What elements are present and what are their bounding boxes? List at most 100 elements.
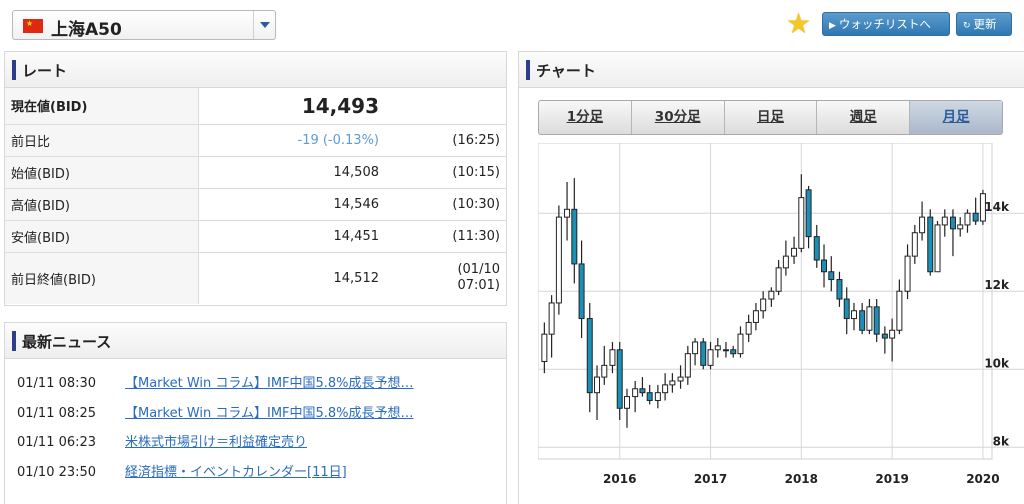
candle-body xyxy=(541,333,548,362)
list-item: 01/10 23:50 経済指標・イベントカレンダー[11日] xyxy=(17,458,506,488)
y-tick-label: 14k xyxy=(984,200,1010,214)
candle-body xyxy=(555,216,562,304)
y-tick-label: 12k xyxy=(984,278,1010,292)
timeframe-tabs: 1分足 30分足 日足 週足 月足 xyxy=(538,100,1003,135)
rate-time xyxy=(383,88,506,125)
rate-value: 14,451 xyxy=(198,220,383,253)
table-row: 始値(BID) 14,508 (10:15) xyxy=(5,156,506,189)
table-row: 前日比 -19 (-0.13%) (16:25) xyxy=(5,124,506,157)
y-tick-label: 8k xyxy=(993,434,1010,448)
top-bar: ★ 上海A50 ★ ▶ ウォッチリストへ ↻ 更新 xyxy=(0,0,1024,48)
candle-body xyxy=(836,279,843,300)
candle-body xyxy=(692,341,699,355)
rate-time: (11:30) xyxy=(383,220,506,253)
candle-body xyxy=(722,349,729,352)
candle-body xyxy=(548,302,555,335)
candle-body xyxy=(798,197,805,249)
refresh-button[interactable]: ↻ 更新 xyxy=(956,12,1012,36)
candle-body xyxy=(594,376,601,394)
candle-body xyxy=(782,255,789,269)
rate-label: 前日比 xyxy=(5,124,199,157)
candle-body xyxy=(934,224,941,273)
tab-daily[interactable]: 日足 xyxy=(725,101,818,134)
candle-body xyxy=(949,216,956,230)
candle-body xyxy=(813,236,820,261)
candle-body xyxy=(684,353,691,378)
tab-1min[interactable]: 1分足 xyxy=(539,101,632,134)
rate-value: 14,546 xyxy=(198,188,383,221)
candle-body xyxy=(586,318,593,394)
candle-body xyxy=(677,376,684,382)
star-icon[interactable]: ★ xyxy=(786,10,811,38)
table-row: 前日終値(BID) 14,512 (01/10 07:01) xyxy=(5,252,506,304)
rate-label: 高値(BID) xyxy=(5,188,199,221)
candle-body xyxy=(730,349,737,355)
candle-body xyxy=(662,384,669,394)
candle-body xyxy=(979,193,986,222)
candle-body xyxy=(752,310,759,323)
candle-body xyxy=(714,345,721,351)
candle-body xyxy=(850,310,857,320)
add-watchlist-label: ウォッチリストへ xyxy=(838,17,931,31)
symbol-select[interactable]: ★ 上海A50 xyxy=(12,10,276,40)
candle-body xyxy=(654,392,661,401)
list-item: 01/11 08:30 【Market Win コラム】IMF中国5.8%成長予想… xyxy=(17,369,506,399)
rate-panel: レート 現在値(BID) 14,493 前日比 -19 (-0.13%) (16… xyxy=(4,51,507,306)
candle-body xyxy=(866,306,873,331)
tab-weekly[interactable]: 週足 xyxy=(817,101,911,134)
news-time: 01/11 08:25 xyxy=(17,405,97,421)
candle-body xyxy=(760,298,767,312)
candle-body xyxy=(957,224,964,230)
chart-panel-header: チャート xyxy=(519,52,1024,88)
refresh-label: 更新 xyxy=(973,17,997,31)
news-list: 01/11 08:30 【Market Win コラム】IMF中国5.8%成長予想… xyxy=(5,359,506,487)
table-row: 安値(BID) 14,451 (11:30) xyxy=(5,220,506,253)
tab-monthly[interactable]: 月足 xyxy=(910,101,1002,134)
x-tick-label: 2017 xyxy=(694,472,727,486)
candle-body xyxy=(616,349,623,409)
news-link[interactable]: 【Market Win コラム】IMF中国5.8%成長予想… xyxy=(125,376,414,391)
news-time: 01/11 08:30 xyxy=(17,376,97,391)
list-item: 01/11 08:25 【Market Win コラム】IMF中国5.8%成長予想… xyxy=(17,399,506,429)
price-change: -19 (-0.13%) xyxy=(198,124,383,157)
x-tick-label: 2016 xyxy=(603,472,636,486)
candle-body xyxy=(700,341,707,366)
table-row: 高値(BID) 14,546 (10:30) xyxy=(5,188,506,221)
rate-time: (01/10 07:01) xyxy=(383,252,506,304)
rate-time-date: (01/10 xyxy=(457,262,500,278)
candle-body xyxy=(911,232,918,257)
candle-body xyxy=(632,388,639,398)
rate-time: (16:25) xyxy=(383,124,506,157)
x-tick-label: 2019 xyxy=(875,472,908,486)
news-link[interactable]: 米株式市場引け＝利益確定売り xyxy=(125,435,307,450)
candle-body xyxy=(896,290,903,331)
candle-body xyxy=(972,212,979,222)
candle-body xyxy=(881,333,888,339)
candle-body xyxy=(775,267,782,292)
add-watchlist-button[interactable]: ▶ ウォッチリストへ xyxy=(822,12,950,36)
x-tick-label: 2018 xyxy=(785,472,818,486)
chevron-down-icon[interactable] xyxy=(253,11,275,39)
candle-body xyxy=(941,216,948,226)
news-link[interactable]: 【Market Win コラム】IMF中国5.8%成長予想… xyxy=(125,406,414,421)
candle-body xyxy=(578,263,585,320)
candle-body xyxy=(564,208,571,218)
candle-body xyxy=(919,216,926,234)
tab-30min[interactable]: 30分足 xyxy=(632,101,725,134)
news-title: 最新ニュース xyxy=(22,333,112,351)
candle-body xyxy=(768,290,775,300)
candle-body xyxy=(571,208,578,265)
candle-body xyxy=(843,298,850,320)
symbol-name: 上海A50 xyxy=(51,20,122,40)
candle-body xyxy=(927,216,934,273)
rate-label: 前日終値(BID) xyxy=(5,252,199,304)
rate-time: (10:15) xyxy=(383,156,506,189)
candle-body xyxy=(805,189,812,238)
candle-body xyxy=(609,349,616,366)
price-chart: 2016 2017 2018 2019 2020 8k 10k 12k 14k xyxy=(538,143,1024,486)
rate-panel-header: レート xyxy=(5,52,506,88)
candle-body xyxy=(859,310,866,331)
news-time: 01/11 06:23 xyxy=(17,435,97,450)
chart-title: チャート xyxy=(536,62,596,80)
news-link[interactable]: 経済指標・イベントカレンダー[11日] xyxy=(125,465,347,480)
